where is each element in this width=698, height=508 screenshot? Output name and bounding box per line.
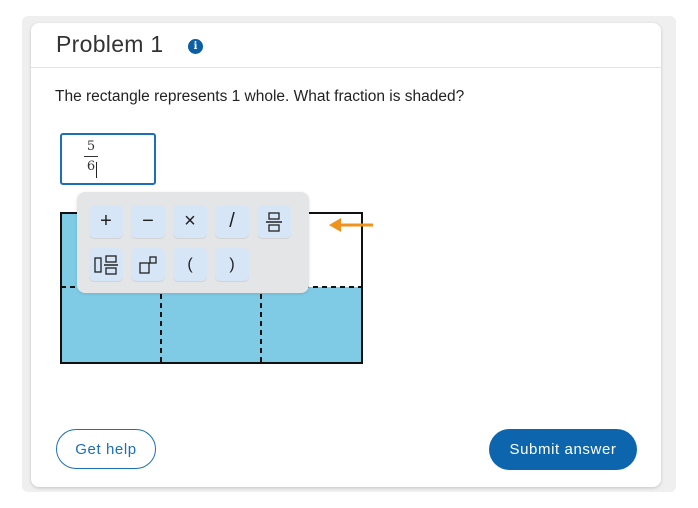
close-paren-label: ) <box>229 255 235 273</box>
question-text: The rectangle represents 1 whole. What f… <box>55 88 465 105</box>
info-icon[interactable]: i <box>188 39 203 54</box>
divide-key[interactable]: / <box>215 205 249 238</box>
exponent-key[interactable] <box>131 248 165 281</box>
exponent-icon <box>139 255 157 274</box>
card-header: Problem 1 i <box>31 23 661 68</box>
open-paren-label: ( <box>187 255 193 273</box>
minus-key[interactable]: − <box>131 205 165 238</box>
plus-key[interactable]: + <box>89 205 123 238</box>
plus-label: + <box>100 210 112 232</box>
times-label: × <box>184 210 196 232</box>
fraction-key[interactable] <box>257 205 291 238</box>
times-key[interactable]: × <box>173 205 207 238</box>
answer-input[interactable]: 5 6 <box>60 133 156 185</box>
answer-numerator: 5 <box>86 139 96 154</box>
problem-card: Problem 1 i The rectangle represents 1 w… <box>31 23 661 487</box>
close-paren-key[interactable]: ) <box>215 248 249 281</box>
submit-answer-button[interactable]: Submit answer <box>489 429 637 470</box>
left-arrow-icon <box>329 218 373 232</box>
fraction-icon <box>266 211 282 232</box>
text-cursor <box>96 162 97 178</box>
mixed-number-icon <box>94 254 118 275</box>
math-keypad: + − × / ( ) <box>77 192 309 293</box>
fraction-bar <box>84 156 98 157</box>
problem-title: Problem 1 <box>56 31 164 57</box>
shaded-region <box>61 287 362 363</box>
open-paren-key[interactable]: ( <box>173 248 207 281</box>
mixed-number-key[interactable] <box>89 248 123 281</box>
get-help-button[interactable]: Get help <box>56 429 156 469</box>
minus-label: − <box>142 210 154 232</box>
divide-label: / <box>229 210 235 232</box>
